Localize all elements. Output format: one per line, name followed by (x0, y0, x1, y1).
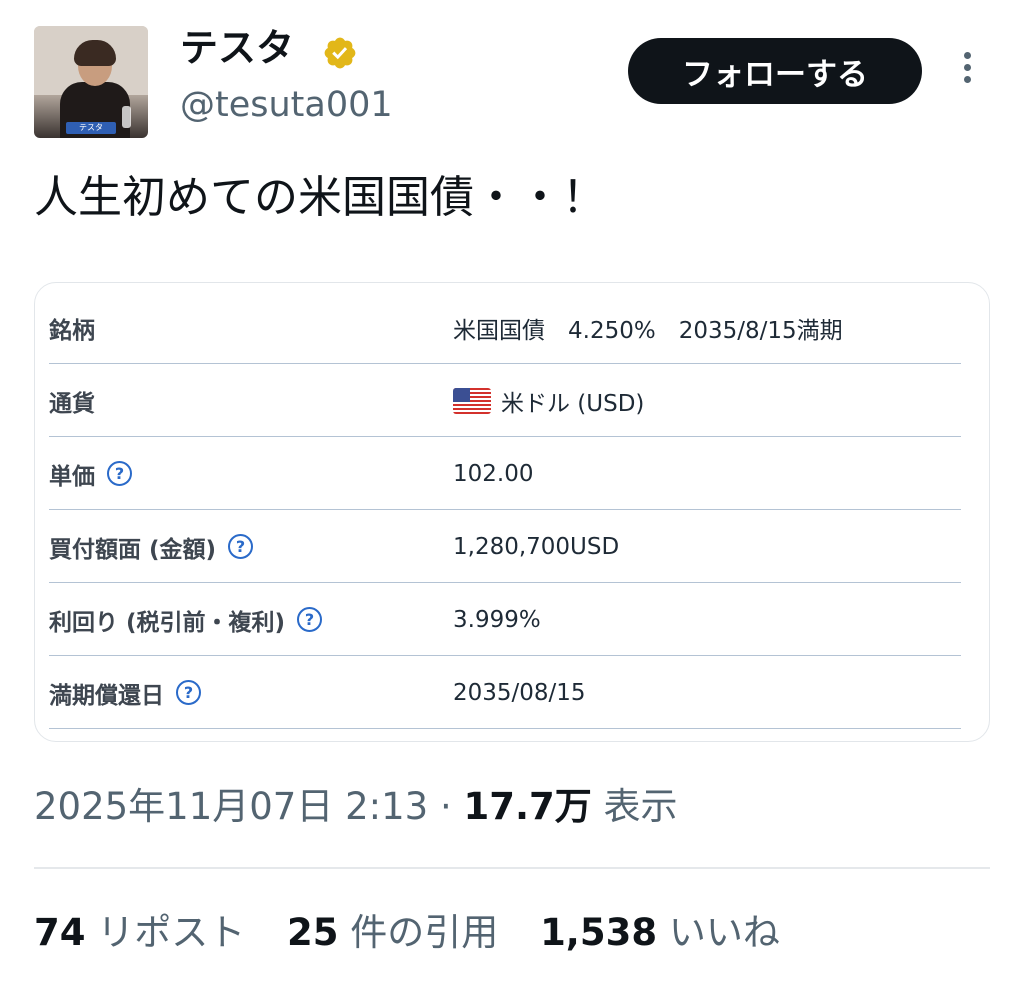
help-icon[interactable]: ? (228, 534, 254, 559)
views-count: 17.7万 (463, 785, 592, 828)
row-label: 利回り (税引前・複利) (49, 609, 286, 636)
help-icon[interactable]: ? (297, 607, 323, 632)
reposts-stat[interactable]: 74 リポスト (34, 908, 245, 958)
tweet-text: 人生初めての米国国債・・！ (34, 172, 606, 223)
row-value: 102.00 (453, 460, 534, 487)
engagement-stats: 74 リポスト 25 件の引用 1,538 いいね (34, 908, 810, 958)
author-handle[interactable]: @tesuta001 (180, 82, 393, 128)
quotes-count: 25 (287, 911, 339, 954)
views-label: 表示 (603, 785, 678, 828)
row-label: 満期償還日 (49, 682, 164, 709)
info-row-bond-name: 銘柄 米国国債 4.250% 2035/8/15満期 (49, 291, 961, 364)
row-value-wrapper: 米ドル (USD) (453, 364, 644, 437)
row-label: 通貨 (49, 390, 95, 417)
us-flag-icon (453, 387, 491, 414)
reposts-label: リポスト (97, 911, 246, 954)
row-label: 単価 (49, 463, 95, 490)
row-value: 3.999% (453, 606, 541, 633)
avatar-bottle (122, 106, 131, 128)
row-label: 銘柄 (49, 317, 95, 344)
row-value: 2035/08/15 (453, 679, 586, 706)
more-options-icon[interactable] (955, 52, 979, 92)
verified-badge-icon (324, 37, 356, 69)
avatar[interactable]: テスタ (34, 26, 148, 138)
divider (34, 867, 990, 869)
row-value: 1,280,700USD (453, 533, 620, 560)
quotes-label: 件の引用 (350, 911, 499, 954)
row-label-wrapper: 買付額面 (金額) ? (49, 510, 254, 583)
info-row-maturity-date: 満期償還日 ? 2035/08/15 (49, 656, 961, 729)
row-label-wrapper: 満期償還日 ? (49, 656, 201, 729)
help-icon[interactable]: ? (107, 461, 132, 486)
avatar-person-hair (74, 40, 116, 66)
avatar-nameplate-text: テスタ (79, 123, 103, 132)
row-label-wrapper: 単価 ? (49, 437, 132, 510)
info-row-yield: 利回り (税引前・複利) ? 3.999% (49, 583, 961, 656)
tweet-meta: 2025年11月07日 2:13 · 17.7万 表示 (34, 782, 678, 832)
attached-image[interactable]: 銘柄 米国国債 4.250% 2035/8/15満期 通貨 米ドル (USD) … (34, 282, 990, 742)
info-row-unit-price: 単価 ? 102.00 (49, 437, 961, 510)
quotes-stat[interactable]: 25 件の引用 (287, 908, 498, 958)
info-row-face-amount: 買付額面 (金額) ? 1,280,700USD (49, 510, 961, 583)
row-value: 米国国債 4.250% 2035/8/15満期 (453, 317, 843, 344)
author-display-name[interactable]: テスタ (180, 24, 294, 72)
avatar-nameplate: テスタ (66, 122, 116, 134)
follow-button[interactable]: フォローする (628, 38, 922, 104)
likes-label: いいね (668, 911, 780, 954)
row-label-wrapper: 利回り (税引前・複利) ? (49, 583, 323, 656)
tweet-timestamp[interactable]: 2025年11月07日 2:13 (34, 785, 428, 828)
reposts-count: 74 (34, 911, 86, 954)
help-icon[interactable]: ? (176, 680, 201, 705)
info-row-currency: 通貨 米ドル (USD) (49, 364, 961, 437)
meta-separator: · (428, 785, 464, 828)
row-label: 買付額面 (金額) (49, 536, 217, 563)
currency-value: 米ドル (USD) (501, 390, 645, 417)
likes-stat[interactable]: 1,538 いいね (540, 908, 780, 958)
likes-count: 1,538 (540, 911, 658, 954)
